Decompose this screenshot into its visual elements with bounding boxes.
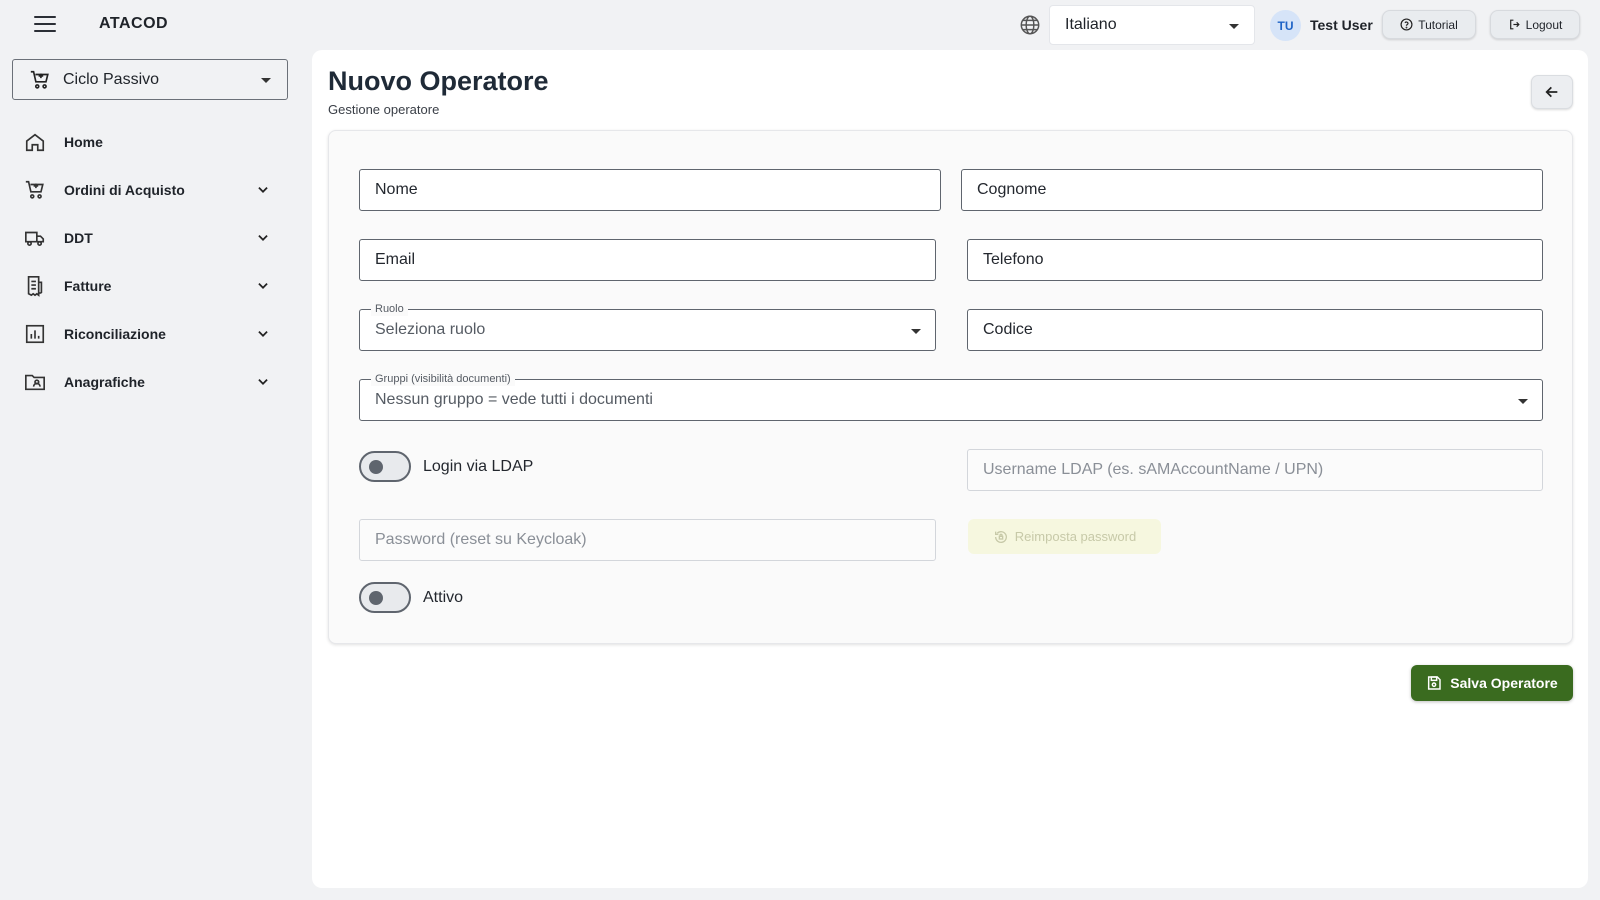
nome-placeholder: Nome [375,181,418,198]
ruolo-label: Ruolo [371,302,408,316]
sidebar-item-fatture[interactable]: Fatture [0,266,290,306]
email-placeholder: Email [375,251,416,268]
folder-user-icon [25,374,45,391]
sidebar-item-home[interactable]: Home [0,122,290,162]
email-input[interactable]: Email [359,239,936,281]
caret-down-icon [911,329,921,334]
logout-button[interactable]: Logout [1490,10,1580,39]
sidebar-item-label: Anagrafiche [64,374,145,390]
operator-form-card: Nome Cognome Email Telefono Ruolo Selezi… [328,130,1573,644]
sidebar-item-label: Ordini di Acquisto [64,182,185,198]
codice-placeholder: Codice [983,321,1033,338]
sidebar-item-anagrafiche[interactable]: Anagrafiche [0,362,290,402]
cart-icon [25,180,44,199]
module-label: Ciclo Passivo [63,70,160,88]
caret-down-icon [1229,24,1239,29]
toggle-knob [369,591,383,605]
attivo-toggle[interactable] [359,582,411,613]
top-bar: ATACOD Italiano TU Test User Tutorial Lo… [0,0,1600,50]
help-circle-icon [1400,18,1413,31]
chevron-down-icon [258,283,268,289]
sidebar-item-ordini-di-acquisto[interactable]: Ordini di Acquisto [0,170,290,210]
back-button[interactable] [1531,75,1573,109]
telefono-placeholder: Telefono [983,251,1044,268]
cognome-placeholder: Cognome [977,181,1047,198]
language-select[interactable]: Italiano [1049,5,1255,45]
truck-icon [25,231,45,246]
toggle-knob [369,460,383,474]
ruolo-select[interactable]: Ruolo Seleziona ruolo [359,302,936,351]
menu-icon[interactable] [34,16,56,34]
tutorial-button[interactable]: Tutorial [1382,10,1476,39]
module-select[interactable]: Ciclo Passivo [12,59,288,100]
gruppi-label: Gruppi (visibilità documenti) [371,372,515,386]
cart-icon [30,70,49,89]
password-placeholder: Password (reset su Keycloak) [375,531,587,548]
ldap-toggle-label: Login via LDAP [423,458,534,475]
avatar[interactable]: TU [1270,10,1301,41]
reset-password-label: Reimposta password [1014,529,1137,544]
save-operator-label: Salva Operatore [1450,675,1558,691]
ldap-username-placeholder: Username LDAP (es. sAMAccountName / UPN) [983,461,1324,478]
logout-icon [1509,19,1520,30]
user-name: Test User [1310,17,1373,33]
sidebar-item-ddt[interactable]: DDT [0,218,290,258]
main-panel: Nuovo Operatore Gestione operatore Nome … [312,50,1588,888]
chevron-down-icon [258,187,268,193]
telefono-input[interactable]: Telefono [967,239,1543,281]
save-icon [1428,676,1442,690]
ruolo-placeholder: Seleziona ruolo [375,321,486,338]
chevron-down-icon [258,331,268,337]
password-input[interactable]: Password (reset su Keycloak) [359,519,936,561]
ldap-username-input[interactable]: Username LDAP (es. sAMAccountName / UPN) [967,449,1543,491]
language-value: Italiano [1065,16,1117,33]
codice-input[interactable]: Codice [967,309,1543,351]
caret-down-icon [1518,399,1528,404]
sidebar-item-label: Fatture [64,278,112,294]
sidebar-item-label: DDT [64,230,93,246]
chevron-down-icon [258,235,268,241]
attivo-toggle-label: Attivo [423,589,464,606]
gruppi-placeholder: Nessun gruppo = vede tutti i documenti [375,391,653,408]
ldap-toggle[interactable] [359,451,411,482]
cognome-input[interactable]: Cognome [961,169,1543,211]
save-operator-button[interactable]: Salva Operatore [1411,665,1573,701]
sidebar-item-riconciliazione[interactable]: Riconciliazione [0,314,290,354]
globe-icon [1020,15,1040,35]
nome-input[interactable]: Nome [359,169,941,211]
sidebar-item-label: Home [64,134,103,150]
reset-lock-icon [994,530,1007,543]
caret-down-icon [261,78,271,83]
arrow-left-icon [1545,86,1558,98]
app-title: ATACOD [99,15,169,32]
chevron-down-icon [258,379,268,385]
tutorial-label: Tutorial [1418,17,1458,32]
reset-password-button[interactable]: Reimposta password [968,519,1161,554]
gruppi-select[interactable]: Gruppi (visibilità documenti) Nessun gru… [359,372,1543,421]
page-subtitle: Gestione operatore [328,102,440,117]
page-title: Nuovo Operatore [328,66,549,96]
logout-label: Logout [1525,17,1563,32]
invoice-icon [27,276,43,297]
chart-icon [25,324,45,344]
sidebar-item-label: Riconciliazione [64,326,166,342]
home-icon [25,133,45,152]
